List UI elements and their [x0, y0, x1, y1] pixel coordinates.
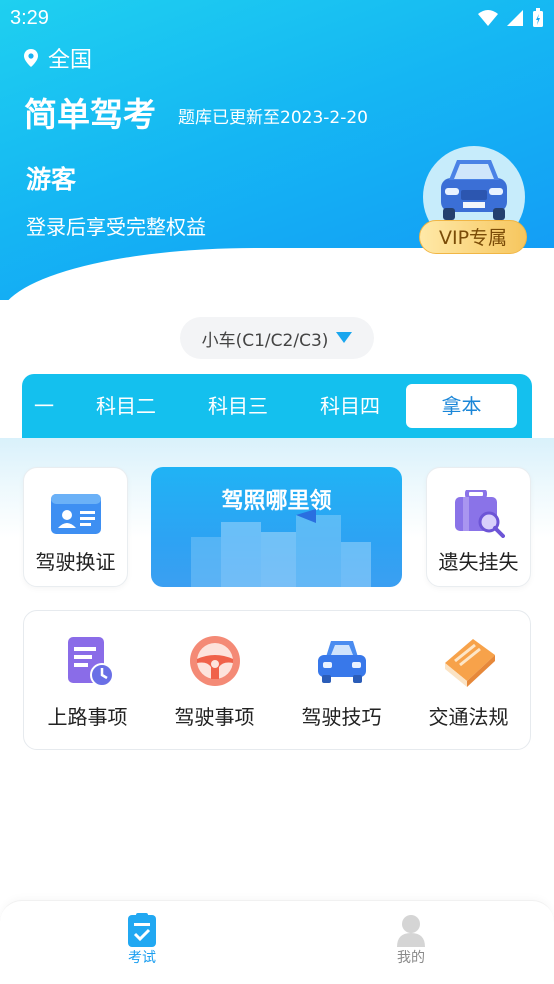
- tab-subject-three[interactable]: 科目三: [186, 384, 290, 428]
- exam-icon: [128, 913, 156, 947]
- calendar-clock-icon: [67, 637, 114, 687]
- lost-search-icon: [455, 490, 505, 538]
- guide-panel: 上路事项 驾驶事项 驾驶技巧 交通法规: [23, 610, 531, 750]
- vip-badge[interactable]: VIP专属: [419, 220, 527, 254]
- lost-report-label: 遗失挂失: [438, 550, 519, 574]
- lost-report-card[interactable]: 遗失挂失: [426, 467, 531, 587]
- guide-label-driving-tips: 驾驶技巧: [301, 705, 382, 729]
- guide-item-road-matters[interactable]: 上路事项: [24, 633, 151, 730]
- nav-exam[interactable]: 考试: [92, 913, 192, 967]
- bottom-navigation: 考试 我的: [0, 900, 554, 984]
- guide-label-traffic-rules: 交通法规: [428, 705, 509, 729]
- status-icons: [478, 8, 544, 28]
- profile-icon: [397, 915, 425, 947]
- tab-get-license[interactable]: 拿本: [406, 384, 517, 428]
- steering-wheel-icon: [189, 636, 240, 686]
- location-pin-icon: [24, 49, 38, 67]
- nav-profile[interactable]: 我的: [361, 913, 461, 967]
- license-renewal-card[interactable]: 驾驶换证: [23, 467, 128, 587]
- user-name[interactable]: 游客: [26, 160, 76, 196]
- login-hint[interactable]: 登录后享受完整权益: [26, 211, 206, 240]
- license-card-icon: [51, 494, 101, 534]
- banner-title: 驾照哪里领: [221, 489, 332, 514]
- app-title: 简单驾考: [24, 95, 156, 134]
- battery-icon: [533, 8, 543, 27]
- tab-subject-two[interactable]: 科目二: [74, 384, 178, 428]
- triangle-down-icon: [336, 332, 353, 343]
- tab-subject-four[interactable]: 科目四: [298, 384, 402, 428]
- question-bank-update-note: 题库已更新至2023-2-20: [178, 108, 368, 128]
- license-pickup-banner[interactable]: 驾照哪里领: [151, 467, 402, 587]
- book-icon: [444, 639, 495, 687]
- location-selector[interactable]: 全国: [24, 42, 92, 74]
- license-renewal-label: 驾驶换证: [35, 550, 116, 574]
- guide-item-driving-matters[interactable]: 驾驶事项: [151, 633, 278, 730]
- status-time: 3:29: [10, 7, 49, 29]
- guide-label-driving-matters: 驾驶事项: [174, 705, 255, 729]
- signal-icon: [507, 10, 523, 26]
- guide-label-road-matters: 上路事项: [47, 705, 128, 729]
- location-label: 全国: [48, 48, 93, 73]
- wifi-icon: [478, 10, 498, 26]
- subject-tabs: 一 科目二 科目三 科目四 拿本: [22, 374, 532, 438]
- guide-item-traffic-rules[interactable]: 交通法规: [405, 633, 532, 730]
- car-icon: [317, 641, 366, 683]
- status-bar: 3:29: [0, 0, 554, 38]
- nav-exam-label: 考试: [128, 950, 156, 966]
- guide-item-driving-tips[interactable]: 驾驶技巧: [278, 633, 405, 730]
- car-type-selector[interactable]: 小车(C1/C2/C3): [180, 317, 374, 359]
- tab-subject-one[interactable]: 一: [22, 384, 66, 428]
- nav-profile-label: 我的: [397, 950, 425, 966]
- car-type-label: 小车(C1/C2/C3): [201, 330, 329, 351]
- city-buildings-icon: [191, 509, 371, 587]
